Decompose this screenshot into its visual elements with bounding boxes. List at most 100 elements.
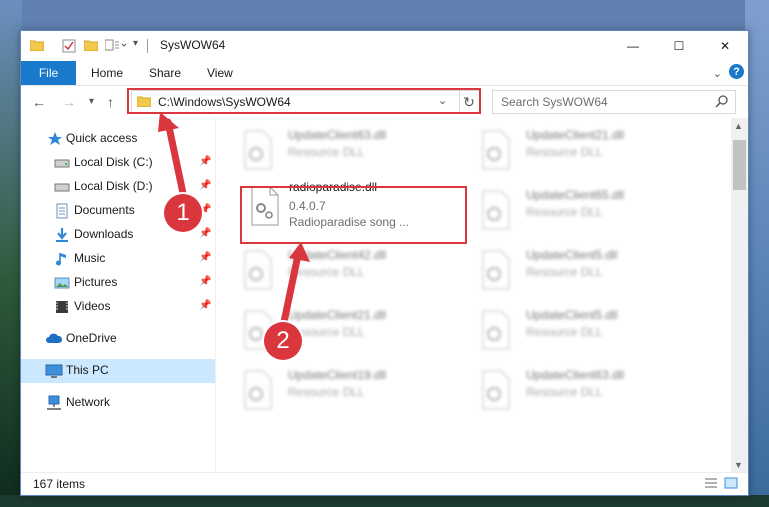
music-icon [54, 251, 70, 267]
details-view-icon[interactable] [704, 477, 718, 489]
file-highlight-box [240, 186, 467, 244]
search-input[interactable]: Search SysWOW64 [492, 90, 736, 114]
tab-share[interactable]: Share [149, 66, 181, 80]
explorer-window: ▾ SysWOW64 — ☐ ✕ File Home Share View ⌄ … [20, 30, 749, 496]
quick-access-dropdown-icon[interactable]: ▾ [133, 38, 138, 49]
maximize-icon: ☐ [673, 39, 685, 53]
search-icon [715, 94, 729, 111]
pin-icon[interactable]: 📌 [199, 156, 211, 167]
file-tile[interactable]: UpdateClient21.dll Resource DLL [459, 122, 684, 172]
file-tile[interactable]: UpdateClient63.dll Resource DLL [459, 362, 684, 412]
file-tile[interactable]: UpdateClient65.dll Resource DLL [459, 182, 684, 232]
customize-toolbar-icon[interactable] [104, 39, 127, 54]
minimize-icon: — [627, 39, 639, 53]
scroll-down-icon[interactable]: ▼ [734, 460, 743, 470]
window-title: SysWOW64 [160, 38, 226, 52]
sidebar-item-videos[interactable]: Videos 📌 [21, 295, 215, 319]
dll-file-icon [241, 250, 275, 290]
recent-locations-icon[interactable]: ▾ [89, 96, 94, 107]
title-bar: ▾ SysWOW64 — ☐ ✕ [21, 31, 748, 61]
folder-icon [29, 39, 45, 54]
sidebar-item-label: Pictures [74, 275, 118, 289]
sidebar-item-pictures[interactable]: Pictures 📌 [21, 271, 215, 295]
sidebar-item-label: Quick access [66, 131, 138, 145]
properties-icon[interactable] [62, 39, 76, 56]
file-name: UpdateClient5.dll [526, 308, 618, 322]
pin-icon[interactable]: 📌 [199, 276, 211, 287]
address-highlight-box [127, 88, 481, 114]
file-name: UpdateClient65.dll [526, 188, 625, 202]
sidebar-item-label: This PC [66, 363, 109, 377]
callout-step-1: 1 [164, 194, 202, 232]
sidebar-item-music[interactable]: Music 📌 [21, 247, 215, 271]
file-type: Resource DLL [526, 325, 603, 339]
file-name: UpdateClient42.dll [288, 248, 387, 262]
sidebar-item-label: OneDrive [66, 331, 117, 345]
expand-ribbon-icon[interactable]: ⌄ [713, 67, 722, 80]
star-icon [47, 131, 63, 147]
file-tile[interactable]: UpdateClient42.dll Resource DLL [221, 242, 446, 292]
pin-icon[interactable]: 📌 [199, 228, 211, 239]
sidebar-item-label: Videos [74, 299, 111, 313]
file-type: Resource DLL [526, 385, 603, 399]
file-tile[interactable]: UpdateClient5.dll Resource DLL [459, 242, 684, 292]
sidebar-item-quick-access[interactable]: Quick access [21, 127, 215, 151]
minimize-button[interactable]: — [610, 31, 656, 61]
file-type: Resource DLL [288, 265, 365, 279]
sidebar-item-this-pc[interactable]: This PC [21, 359, 215, 383]
new-folder-icon[interactable] [83, 39, 99, 54]
pin-icon[interactable]: 📌 [199, 180, 211, 191]
title-separator [147, 39, 148, 53]
dll-file-icon [479, 130, 513, 170]
help-icon[interactable]: ? [729, 64, 744, 79]
drive-icon [54, 155, 70, 171]
network-icon [45, 395, 61, 411]
search-placeholder: Search SysWOW64 [501, 95, 608, 109]
desktop-background-left [0, 0, 22, 507]
sidebar-item-label: Local Disk (C:) [74, 155, 153, 169]
tab-home[interactable]: Home [91, 66, 123, 80]
pin-icon[interactable]: 📌 [199, 252, 211, 263]
file-tile[interactable]: UpdateClient21.dll Resource DLL [221, 302, 446, 352]
sidebar-item-network[interactable]: Network [21, 391, 215, 415]
dll-file-icon [241, 130, 275, 170]
dll-file-icon [479, 370, 513, 410]
forward-arrow-icon[interactable]: → [62, 94, 76, 110]
sidebar-item-local-disk-c[interactable]: Local Disk (C:) 📌 [21, 151, 215, 175]
file-type: Resource DLL [288, 145, 365, 159]
dll-file-icon [241, 370, 275, 410]
pictures-icon [54, 275, 70, 291]
scroll-up-icon[interactable]: ▲ [734, 121, 743, 131]
large-icons-view-icon[interactable] [724, 477, 738, 489]
sidebar-item-label: Network [66, 395, 111, 409]
close-button[interactable]: ✕ [702, 31, 748, 61]
status-bar: 167 items [21, 472, 748, 495]
maximize-button[interactable]: ☐ [656, 31, 702, 61]
file-type: Resource DLL [288, 385, 365, 399]
file-tile[interactable]: UpdateClient63.dll Resource DLL [221, 122, 446, 172]
scroll-thumb[interactable] [733, 140, 746, 190]
file-name: UpdateClient21.dll [288, 308, 387, 322]
pin-icon[interactable]: 📌 [199, 300, 211, 311]
tab-view[interactable]: View [207, 66, 233, 80]
sidebar-item-onedrive[interactable]: OneDrive [21, 327, 215, 351]
documents-icon [54, 203, 70, 219]
item-count: 167 items [33, 477, 86, 491]
back-arrow-icon[interactable]: ← [32, 94, 46, 110]
sidebar-item-label: Local Disk (D:) [74, 179, 153, 193]
file-name: UpdateClient63.dll [288, 128, 387, 142]
close-icon: ✕ [719, 39, 731, 53]
vertical-scrollbar[interactable]: ▲ ▼ [731, 118, 748, 473]
file-tile[interactable]: UpdateClient19.dll Resource DLL [221, 362, 446, 412]
file-tile[interactable]: UpdateClient5.dll Resource DLL [459, 302, 684, 352]
file-name: UpdateClient63.dll [526, 368, 625, 382]
dll-file-icon [479, 250, 513, 290]
sidebar-item-label: Documents [74, 203, 135, 217]
tab-file[interactable]: File [21, 61, 76, 85]
sidebar-item-label: Music [74, 251, 106, 265]
up-arrow-icon[interactable]: ↑ [107, 94, 114, 110]
file-type: Resource DLL [526, 205, 603, 219]
dll-file-icon [479, 310, 513, 350]
navigation-bar: ← → ▾ ↑ C:\Windows\SysWOW64 ⌄ ↻ Search S… [21, 86, 748, 118]
file-type: Resource DLL [526, 265, 603, 279]
